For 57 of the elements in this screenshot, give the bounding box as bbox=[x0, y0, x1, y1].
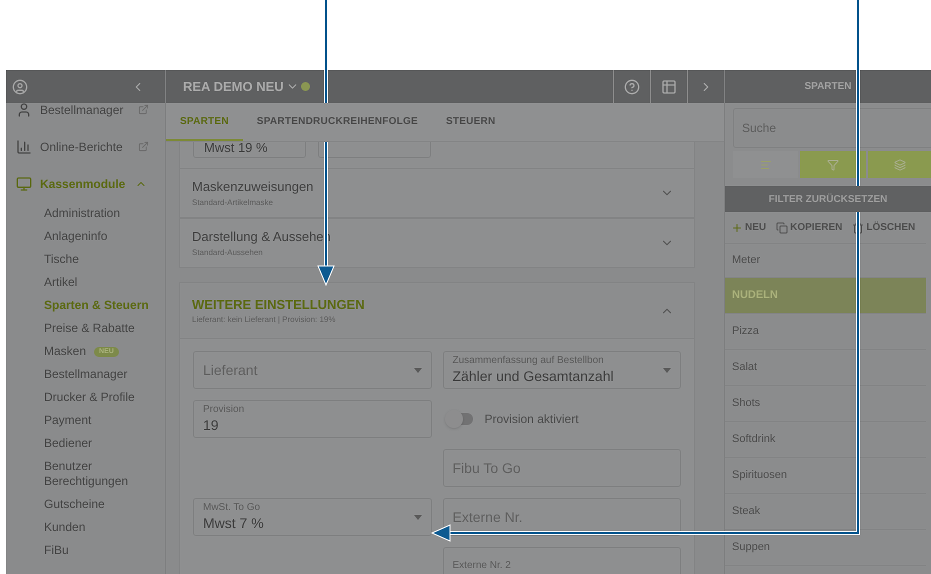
sidebar-subitem[interactable]: Gutscheine bbox=[44, 497, 105, 512]
section-title: Maskenzuweisungen bbox=[192, 178, 314, 196]
sidebar-subitem[interactable]: Anlageninfo bbox=[44, 229, 108, 244]
list-item[interactable]: Salat bbox=[725, 350, 926, 386]
sidebar-subitem[interactable]: Sparten & Steuern bbox=[44, 298, 149, 313]
person-icon bbox=[16, 103, 32, 118]
list-item[interactable]: Steak bbox=[725, 494, 926, 530]
filter-button[interactable] bbox=[800, 151, 866, 178]
sidebar-subitem[interactable]: Masken bbox=[44, 344, 86, 359]
sidebar-subitem[interactable]: Benutzer Berechtigungen bbox=[44, 459, 161, 489]
delete-button[interactable]: LÖSCHEN bbox=[852, 220, 916, 235]
user-icon[interactable] bbox=[12, 78, 28, 94]
list-item[interactable]: Shots bbox=[725, 386, 926, 422]
sidebar-subitem[interactable]: FiBu bbox=[44, 543, 69, 558]
list-item[interactable]: Spirituosen bbox=[725, 458, 926, 494]
help-icon[interactable] bbox=[624, 78, 640, 94]
sidebar-item[interactable]: Kassenmodule bbox=[6, 165, 165, 202]
sidebar-subitem[interactable]: Payment bbox=[44, 413, 92, 428]
monitor-icon bbox=[16, 176, 32, 192]
sidebar-subitem[interactable]: Artikel bbox=[44, 275, 78, 290]
sidebar-subitem[interactable]: Kunden bbox=[44, 520, 86, 535]
tab[interactable]: STEUERN bbox=[432, 103, 510, 141]
sidebar-subitem[interactable]: Preise & Rabatte bbox=[44, 321, 135, 336]
sidebar-subitem[interactable]: Drucker & Profile bbox=[44, 390, 135, 405]
copy-icon bbox=[776, 222, 788, 234]
panel-header: SPARTEN bbox=[725, 70, 931, 103]
dropdown-caret-icon bbox=[663, 368, 671, 372]
external-link-icon bbox=[138, 141, 149, 152]
layers-icon bbox=[894, 158, 906, 170]
copy-button[interactable]: KOPIEREN bbox=[776, 220, 842, 235]
list-item[interactable]: Suppen bbox=[725, 530, 926, 566]
sidebar-item[interactable]: Bestellmanager bbox=[6, 103, 165, 128]
new-button[interactable]: NEU bbox=[731, 220, 766, 235]
select-field[interactable]: Mwst 19 % bbox=[193, 142, 306, 158]
table-icon[interactable] bbox=[661, 78, 677, 94]
tab[interactable]: SPARTENDRUCKREIHENFOLGE bbox=[242, 103, 432, 141]
plus-icon bbox=[731, 222, 743, 234]
sort-icon bbox=[760, 158, 772, 170]
external-link-icon bbox=[138, 104, 149, 115]
sidebar-item[interactable]: Online-Berichte bbox=[6, 128, 165, 165]
dropdown-caret-icon bbox=[414, 514, 422, 520]
trash-icon bbox=[852, 222, 864, 234]
dropdown-caret-icon bbox=[414, 368, 422, 372]
toggle-switch[interactable] bbox=[446, 413, 472, 425]
list-item[interactable]: Pizza bbox=[725, 314, 926, 350]
toggle-label: Provision aktiviert bbox=[484, 411, 579, 428]
section-title: WEITERE EINSTELLUNGEN bbox=[192, 296, 366, 314]
sidebar-subitem[interactable]: Tische bbox=[44, 252, 79, 267]
filter-icon bbox=[826, 158, 839, 170]
sidebar-subitem[interactable]: Administration bbox=[44, 206, 120, 221]
sidebar-subitem[interactable]: Bediener bbox=[44, 436, 92, 451]
list-item[interactable]: Softdrink bbox=[725, 422, 926, 458]
app-title[interactable]: REA DEMO NEU bbox=[166, 76, 284, 96]
reset-filter-button[interactable]: FILTER ZURÜCKSETZEN bbox=[725, 186, 931, 212]
bar-chart-icon bbox=[16, 138, 32, 154]
input-field[interactable] bbox=[318, 142, 431, 158]
sidebar-subitem[interactable]: Bestellmanager bbox=[44, 367, 128, 382]
